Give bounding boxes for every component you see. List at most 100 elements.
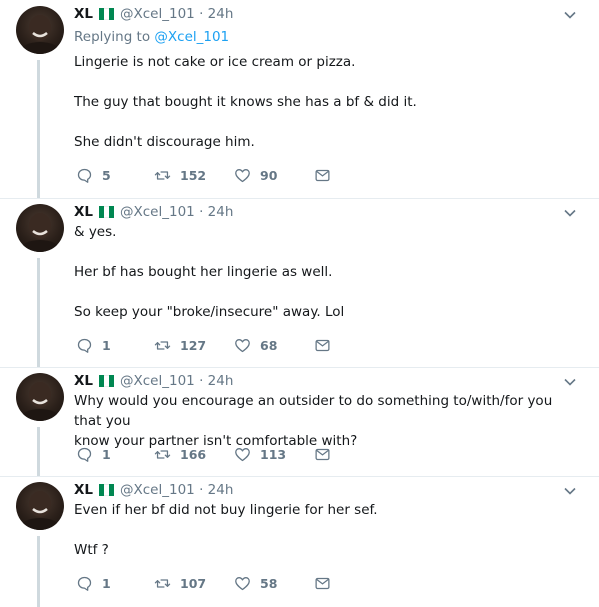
nigeria-flag-icon <box>99 206 115 218</box>
tweet-header: XL @Xcel_101 · 24h <box>74 371 233 391</box>
retweet-button[interactable]: 107 <box>154 575 234 592</box>
nigeria-flag-icon <box>99 375 115 387</box>
tweet-text-line: The guy that bought it knows she has a b… <box>74 94 417 110</box>
tweet-text: Lingerie is not cake or ice cream or piz… <box>74 52 579 152</box>
retweet-button[interactable]: 152 <box>154 167 234 184</box>
timestamp[interactable]: · 24h <box>195 6 233 22</box>
like-button[interactable]: 58 <box>234 575 314 592</box>
tweet-actions: 1 166 113 <box>76 444 340 464</box>
username-handle[interactable]: @Xcel_101 <box>120 204 195 220</box>
chevron-down-icon[interactable] <box>563 206 577 220</box>
tweet-text-line: Wtf ? <box>74 542 109 558</box>
direct-message-button[interactable] <box>314 575 340 592</box>
reply-count: 1 <box>102 575 111 591</box>
tweet-actions: 1 107 58 <box>76 573 340 593</box>
envelope-icon <box>315 448 330 460</box>
reply-icon <box>77 447 92 462</box>
like-button[interactable]: 90 <box>234 167 314 184</box>
tweet-text-line: & yes. <box>74 224 117 240</box>
retweet-count: 152 <box>180 167 207 183</box>
tweet-text-line: So keep your "broke/insecure" away. Lol <box>74 304 345 320</box>
avatar[interactable] <box>16 482 64 530</box>
username-handle[interactable]: @Xcel_101 <box>120 373 195 389</box>
nigeria-flag-icon <box>99 484 115 496</box>
like-count: 58 <box>260 575 278 591</box>
display-name[interactable]: XL <box>74 482 93 498</box>
retweet-count: 127 <box>180 337 207 353</box>
tweet-text: Even if her bf did not buy lingerie for … <box>74 500 579 560</box>
like-button[interactable]: 68 <box>234 337 314 354</box>
retweet-icon <box>154 340 171 350</box>
direct-message-button[interactable] <box>314 167 340 184</box>
replying-to-handle-link[interactable]: @Xcel_101 <box>154 29 229 45</box>
retweet-count: 166 <box>180 446 207 462</box>
reply-count: 5 <box>102 167 111 183</box>
tweet-actions: 1 127 68 <box>76 335 340 355</box>
thread-connector-line <box>37 427 40 476</box>
tweet-text-line: Lingerie is not cake or ice cream or piz… <box>74 54 356 70</box>
retweet-icon <box>154 449 171 459</box>
retweet-button[interactable]: 127 <box>154 337 234 354</box>
chevron-down-icon[interactable] <box>563 375 577 389</box>
tweet[interactable]: XL @Xcel_101 · 24h & yes. Her bf has bou… <box>0 198 599 368</box>
username-handle[interactable]: @Xcel_101 <box>120 482 195 498</box>
reply-count: 1 <box>102 446 111 462</box>
reply-icon <box>77 338 92 353</box>
heart-icon <box>235 338 250 352</box>
nigeria-flag-icon <box>99 8 115 20</box>
display-name[interactable]: XL <box>74 373 93 389</box>
like-count: 68 <box>260 337 278 353</box>
timestamp[interactable]: · 24h <box>195 204 233 220</box>
tweet[interactable]: XL @Xcel_101 · 24h Why would you encoura… <box>0 367 599 477</box>
reply-button[interactable]: 1 <box>76 337 154 354</box>
tweet-text: Why would you encourage an outsider to d… <box>74 391 579 451</box>
tweet-text: & yes. Her bf has bought her lingerie as… <box>74 222 579 322</box>
envelope-icon <box>315 169 330 181</box>
heart-icon <box>235 447 250 461</box>
reply-button[interactable]: 5 <box>76 167 154 184</box>
avatar[interactable] <box>16 373 64 421</box>
envelope-icon <box>315 339 330 351</box>
retweet-icon <box>154 578 171 588</box>
username-handle[interactable]: @Xcel_101 <box>120 6 195 22</box>
retweet-button[interactable]: 166 <box>154 446 234 463</box>
retweet-icon <box>154 170 171 180</box>
display-name[interactable]: XL <box>74 204 93 220</box>
reply-icon <box>77 576 92 591</box>
replying-to: Replying to @Xcel_101 <box>74 29 229 45</box>
tweet[interactable]: XL @Xcel_101 · 24h Even if her bf did no… <box>0 476 599 607</box>
tweet-header: XL @Xcel_101 · 24h <box>74 202 233 222</box>
tweet-header: XL @Xcel_101 · 24h <box>74 480 233 500</box>
replying-to-label: Replying to <box>74 29 151 45</box>
tweet-thread: XL @Xcel_101 · 24h Replying to @Xcel_101… <box>0 0 599 607</box>
reply-button[interactable]: 1 <box>76 446 154 463</box>
like-button[interactable]: 113 <box>234 446 314 463</box>
tweet-text-line: She didn't discourage him. <box>74 134 255 150</box>
timestamp[interactable]: · 24h <box>195 373 233 389</box>
heart-icon <box>235 576 250 590</box>
envelope-icon <box>315 577 330 589</box>
chevron-down-icon[interactable] <box>563 8 577 22</box>
avatar[interactable] <box>16 204 64 252</box>
display-name[interactable]: XL <box>74 6 93 22</box>
thread-connector-line <box>37 536 40 607</box>
direct-message-button[interactable] <box>314 446 340 463</box>
thread-connector-line <box>37 258 40 367</box>
timestamp[interactable]: · 24h <box>195 482 233 498</box>
reply-button[interactable]: 1 <box>76 575 154 592</box>
thread-connector-line <box>37 60 40 198</box>
tweet-header: XL @Xcel_101 · 24h <box>74 4 233 24</box>
tweet[interactable]: XL @Xcel_101 · 24h Replying to @Xcel_101… <box>0 0 599 199</box>
avatar[interactable] <box>16 6 64 54</box>
heart-icon <box>235 168 250 182</box>
reply-icon <box>77 168 92 183</box>
tweet-actions: 5 152 90 <box>76 165 340 185</box>
tweet-text-line: Even if her bf did not buy lingerie for … <box>74 502 378 518</box>
reply-count: 1 <box>102 337 111 353</box>
retweet-count: 107 <box>180 575 207 591</box>
tweet-text-line: Her bf has bought her lingerie as well. <box>74 264 333 280</box>
direct-message-button[interactable] <box>314 337 340 354</box>
like-count: 113 <box>260 446 287 462</box>
chevron-down-icon[interactable] <box>563 484 577 498</box>
tweet-text-line: Why would you encourage an outsider to d… <box>74 393 553 429</box>
